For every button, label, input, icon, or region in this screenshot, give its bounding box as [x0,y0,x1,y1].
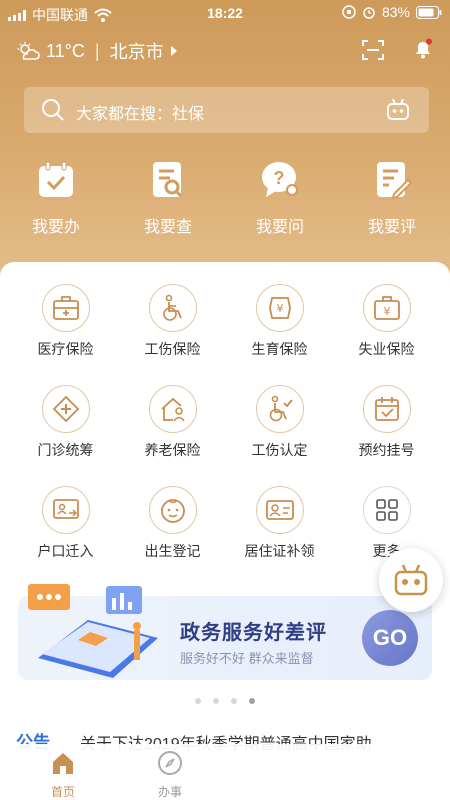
search-bar[interactable]: 大家都在搜：社保 [24,87,429,133]
tab-label: 首页 [50,785,75,799]
service-label: 预约挂号 [358,442,415,458]
quick-action-label: 我要办 [31,219,80,236]
id-transfer-icon [52,499,79,519]
wheelchair-icon [162,294,182,321]
quick-action-query[interactable]: 我要查 [112,160,224,237]
banner-title: 政务服务好差评 [180,622,327,644]
house-person-icon [160,397,185,422]
clinic-cross-icon [52,395,79,423]
quick-action-ask[interactable]: ? 我要问 [224,160,336,237]
service-appointment-registration[interactable]: 预约挂号 [333,385,440,460]
compass-icon [158,751,182,775]
carousel-dot [213,698,219,704]
carousel-dot [195,698,201,704]
service-label: 工伤认定 [251,442,308,458]
document-edit-icon [377,162,413,200]
yen-briefcase-icon: ¥ [373,296,400,320]
quick-action-rate[interactable]: 我要评 [336,160,448,237]
cloud-sun-icon [17,42,40,60]
quick-action-label: 我要查 [143,219,192,236]
calendar-check-icon [39,161,73,197]
wheelchair-check-icon [269,395,293,422]
service-work-injury-certification[interactable]: 工伤认定 [226,385,333,460]
battery-percent: 83% [381,4,410,20]
assistant-robot-button[interactable] [379,548,443,612]
service-maternity-insurance[interactable]: ¥ 生育保险 [226,284,333,359]
service-birth-registration[interactable]: 出生登记 [119,486,226,561]
carousel-dot [231,698,237,704]
service-label: 生育保险 [251,341,308,357]
tab-home[interactable]: 首页 [33,750,93,800]
tab-label: 办事 [157,785,182,799]
svg-text:¥: ¥ [276,302,283,315]
battery-icon [416,5,442,19]
quick-action-label: 我要评 [367,219,416,236]
baby-face-icon [160,499,185,523]
lock-rotation-icon [342,5,356,19]
question-bubble-icon: ? [262,162,298,197]
evaluation-banner[interactable]: 政务服务好差评 服务好不好 群众来监督 GO [18,584,432,680]
service-label: 失业保险 [358,341,415,357]
service-label: 门诊统筹 [37,442,94,458]
service-label: 户口迁入 [37,543,94,559]
bottom-tab-bar: 首页 办事 [0,744,450,800]
temperature: 11°C [46,40,85,61]
city-name: 北京市 [109,42,164,62]
svg-text:?: ? [274,168,285,188]
quick-action-handle[interactable]: 我要办 [0,160,112,237]
service-label: 养老保险 [144,442,201,458]
carousel-dot-active [249,698,255,704]
service-pension-insurance[interactable]: 养老保险 [119,385,226,460]
home-icon [53,753,73,774]
calendar-check-icon [374,397,399,421]
grid-more-icon [375,499,398,521]
banner-illustration [28,584,158,678]
banner-subtitle: 服务好不好 群众来监督 [180,651,314,666]
service-work-injury-insurance[interactable]: 工伤保险 [119,284,226,359]
weather-location[interactable]: 11°C | 北京市 [16,38,178,64]
service-label: 工伤保险 [144,341,201,357]
service-household-transfer[interactable]: 户口迁入 [12,486,119,561]
alarm-icon [363,7,375,19]
service-outpatient-pooling[interactable]: 门诊统筹 [12,385,119,460]
tab-services[interactable]: 办事 [140,750,200,800]
search-input[interactable]: 大家都在搜：社保 [76,100,204,124]
service-label: 出生登记 [144,543,201,559]
robot-assistant-icon[interactable] [385,97,411,123]
yen-shield-icon: ¥ [268,297,291,319]
search-icon [42,99,64,121]
status-bar: 中国联通 18:22 83% [0,0,450,26]
service-label: 居住证补领 [244,543,315,559]
document-search-icon [153,162,183,198]
divider: | [94,40,100,61]
service-medical-insurance[interactable]: 医疗保险 [12,284,119,359]
svg-text:¥: ¥ [383,305,390,318]
service-unemployment-insurance[interactable]: ¥ 失业保险 [333,284,440,359]
robot-icon [394,564,428,596]
bell-icon[interactable] [412,38,434,60]
scan-icon[interactable] [362,40,384,60]
service-label: 医疗保险 [37,341,94,357]
quick-action-label: 我要问 [255,219,304,236]
go-button[interactable]: GO [362,610,418,666]
carousel-indicator [0,698,450,704]
medical-kit-icon [52,296,79,320]
caret-right-icon [170,46,177,56]
id-card-icon [265,500,294,520]
service-residence-permit-reissue[interactable]: 居住证补领 [226,486,333,561]
